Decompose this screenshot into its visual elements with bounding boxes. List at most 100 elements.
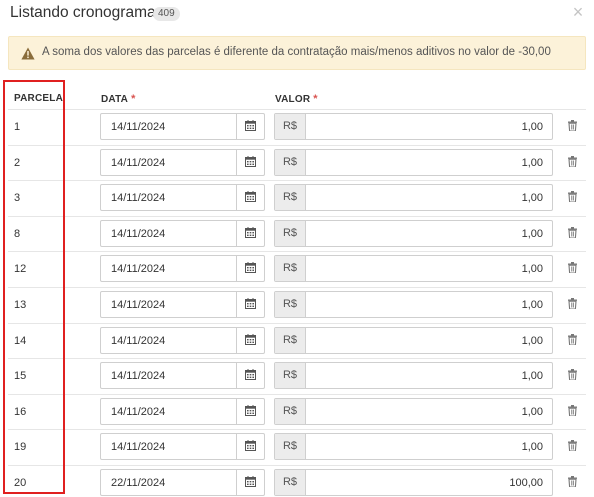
delete-row-button[interactable]: [566, 334, 578, 348]
parcela-number: 3: [14, 192, 21, 204]
value-input[interactable]: [307, 114, 552, 139]
calendar-icon: [245, 332, 256, 350]
date-input[interactable]: [101, 470, 237, 495]
currency-addon: R$: [275, 363, 306, 388]
date-field: [100, 113, 265, 140]
value-input[interactable]: [307, 363, 552, 388]
date-input[interactable]: [101, 150, 237, 175]
value-input[interactable]: [307, 221, 552, 246]
calendar-button[interactable]: [236, 470, 264, 495]
value-input[interactable]: [307, 292, 552, 317]
delete-row-button[interactable]: [566, 476, 578, 490]
date-field: [100, 433, 265, 460]
value-field: R$: [274, 327, 553, 354]
currency-addon: R$: [275, 328, 306, 353]
column-header-parcela-label: PARCELA: [14, 93, 63, 104]
calendar-button[interactable]: [236, 399, 264, 424]
currency-addon: R$: [275, 150, 306, 175]
alert-message: A soma dos valores das parcelas é difere…: [42, 46, 551, 58]
value-input[interactable]: [307, 399, 552, 424]
trash-icon: [567, 403, 577, 421]
date-field: [100, 220, 265, 247]
parcela-number: 8: [14, 228, 21, 240]
table-row: 14 R$: [0, 324, 594, 360]
parcela-number: 12: [14, 263, 27, 275]
table-row: 8 R$: [0, 217, 594, 253]
calendar-icon: [245, 189, 256, 207]
count-badge: 409: [153, 7, 180, 21]
calendar-icon: [245, 118, 256, 136]
calendar-button[interactable]: [236, 363, 264, 388]
calendar-button[interactable]: [236, 114, 264, 139]
table-row: 15 R$: [0, 359, 594, 395]
value-field: R$: [274, 433, 553, 460]
table-row: 19 R$: [0, 430, 594, 466]
calendar-icon: [245, 438, 256, 456]
calendar-icon: [245, 403, 256, 421]
delete-row-button[interactable]: [566, 262, 578, 276]
date-input[interactable]: [101, 434, 237, 459]
trash-icon: [567, 296, 577, 314]
delete-row-button[interactable]: [566, 440, 578, 454]
date-field: [100, 398, 265, 425]
value-field: R$: [274, 184, 553, 211]
calendar-icon: [245, 225, 256, 243]
calendar-button[interactable]: [236, 328, 264, 353]
parcela-number: 1: [14, 121, 21, 133]
date-input[interactable]: [101, 363, 237, 388]
value-input[interactable]: [307, 470, 552, 495]
parcela-number: 20: [14, 477, 27, 489]
value-field: R$: [274, 291, 553, 318]
date-field: [100, 327, 265, 354]
close-button[interactable]: ×: [570, 2, 586, 22]
calendar-button[interactable]: [236, 221, 264, 246]
date-input[interactable]: [101, 256, 237, 281]
delete-row-button[interactable]: [566, 369, 578, 383]
date-field: [100, 149, 265, 176]
calendar-icon: [245, 154, 256, 172]
value-input[interactable]: [307, 328, 552, 353]
date-input[interactable]: [101, 114, 237, 139]
calendar-button[interactable]: [236, 185, 264, 210]
delete-row-button[interactable]: [566, 298, 578, 312]
delete-row-button[interactable]: [566, 405, 578, 419]
trash-icon: [567, 118, 577, 136]
date-input[interactable]: [101, 185, 237, 210]
value-field: R$: [274, 220, 553, 247]
calendar-button[interactable]: [236, 150, 264, 175]
value-input[interactable]: [307, 150, 552, 175]
value-field: R$: [274, 113, 553, 140]
value-input[interactable]: [307, 256, 552, 281]
value-input[interactable]: [307, 434, 552, 459]
calendar-button[interactable]: [236, 256, 264, 281]
delete-row-button[interactable]: [566, 156, 578, 170]
currency-addon: R$: [275, 114, 306, 139]
value-field: R$: [274, 255, 553, 282]
date-input[interactable]: [101, 399, 237, 424]
delete-row-button[interactable]: [566, 191, 578, 205]
date-field: [100, 362, 265, 389]
currency-addon: R$: [275, 292, 306, 317]
table-row: 16 R$: [0, 395, 594, 431]
table-row: 1 R$: [0, 110, 594, 146]
date-input[interactable]: [101, 221, 237, 246]
column-header-parcela: PARCELA: [14, 93, 63, 104]
required-marker: *: [131, 93, 136, 105]
calendar-icon: [245, 367, 256, 385]
value-field: R$: [274, 362, 553, 389]
calendar-button[interactable]: [236, 434, 264, 459]
trash-icon: [567, 367, 577, 385]
calendar-icon: [245, 260, 256, 278]
table-row: 12 R$: [0, 252, 594, 288]
date-input[interactable]: [101, 292, 237, 317]
date-input[interactable]: [101, 328, 237, 353]
date-field: [100, 184, 265, 211]
value-field: R$: [274, 469, 553, 496]
value-input[interactable]: [307, 185, 552, 210]
close-icon: ×: [572, 2, 584, 22]
trash-icon: [567, 332, 577, 350]
delete-row-button[interactable]: [566, 120, 578, 134]
modal-header: Listando cronograma 409 ×: [0, 0, 594, 30]
delete-row-button[interactable]: [566, 227, 578, 241]
calendar-button[interactable]: [236, 292, 264, 317]
